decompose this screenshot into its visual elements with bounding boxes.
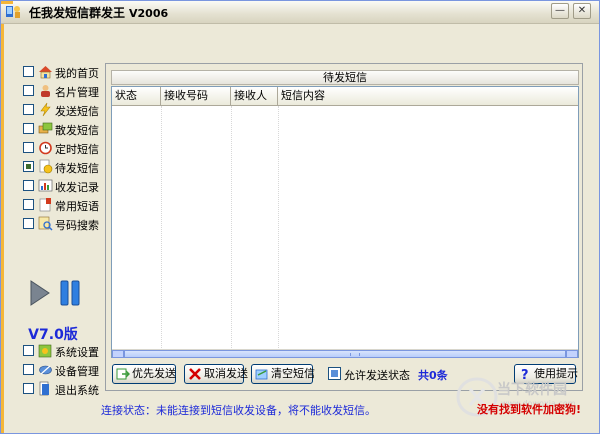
pending-sms-panel: 待发短信 状态 接收号码 接收人 短信内容 优先发送 取消发送 清空短信 允许发… <box>105 63 583 391</box>
sidebar-item-label: 散发短信 <box>55 124 99 137</box>
sidebar-item-label: 待发短信 <box>55 162 99 175</box>
cancel-x-icon <box>189 368 201 380</box>
watermark-text: 当下软件园 <box>497 382 567 398</box>
home-icon <box>39 66 52 79</box>
column-header-content[interactable]: 短信内容 <box>278 87 578 105</box>
sidebar-item-exit[interactable]: 退出系统 <box>23 380 105 398</box>
scroll-right-arrow[interactable] <box>566 350 578 358</box>
sidebar-item-label: 退出系统 <box>55 384 99 397</box>
play-icon <box>30 280 50 306</box>
sidebar-item-label: 名片管理 <box>55 86 99 99</box>
sidebar-item-pending[interactable]: 待发短信 <box>23 158 105 176</box>
column-divider <box>278 106 280 350</box>
pause-icon-right <box>71 280 80 306</box>
sidebar-item-search[interactable]: 号码搜索 <box>23 215 105 233</box>
sidebar-checkbox-checked[interactable] <box>23 161 34 172</box>
window-title: 任我发短信群发王 V2006 <box>29 4 168 21</box>
pause-icon-left <box>60 280 69 306</box>
column-header-status[interactable]: 状态 <box>112 87 161 105</box>
column-divider <box>161 106 163 350</box>
list-header: 状态 接收号码 接收人 短信内容 <box>112 87 578 106</box>
priority-send-button[interactable]: 优先发送 <box>112 364 176 384</box>
column-header-number[interactable]: 接收号码 <box>161 87 231 105</box>
device-icon <box>39 365 52 375</box>
scroll-thumb[interactable] <box>124 350 566 358</box>
sidebar-item-label: 常用短语 <box>55 200 99 213</box>
allow-send-icon <box>328 367 341 380</box>
sidebar: 我的首页 名片管理 发送短信 散发短信 定时短信 待发短信 收发记录 常用短语 … <box>1 23 105 413</box>
sidebar-item-cards[interactable]: 名片管理 <box>23 82 105 100</box>
sidebar-item-settings[interactable]: 系统设置 <box>23 342 105 360</box>
minimize-button[interactable]: — <box>551 3 569 19</box>
column-divider <box>231 106 233 350</box>
media-controls <box>30 280 80 306</box>
app-window: 任我发短信群发王 V2006 — ✕ 我的首页 名片管理 发送短信 散发短信 定… <box>0 0 600 434</box>
sidebar-item-label: 号码搜索 <box>55 219 99 232</box>
sidebar-checkbox[interactable] <box>23 180 34 191</box>
clear-sms-label: 清空短信 <box>271 367 315 380</box>
sidebar-checkbox[interactable] <box>23 364 34 375</box>
sidebar-item-devices[interactable]: 设备管理 <box>23 361 105 379</box>
scatter-icon <box>38 122 53 134</box>
close-button[interactable]: ✕ <box>573 3 591 19</box>
sidebar-checkbox[interactable] <box>23 199 34 210</box>
scroll-grip <box>350 353 360 356</box>
sms-count: 共0条 <box>418 369 448 382</box>
title-bar[interactable]: 任我发短信群发王 V2006 — ✕ <box>1 1 599 24</box>
sidebar-item-timed[interactable]: 定时短信 <box>23 139 105 157</box>
sidebar-checkbox[interactable] <box>23 104 34 115</box>
app-logo-icon <box>6 6 20 18</box>
scroll-left-arrow[interactable] <box>112 350 124 358</box>
sidebar-item-home[interactable]: 我的首页 <box>23 63 105 81</box>
sidebar-item-send[interactable]: 发送短信 <box>23 101 105 119</box>
priority-send-label: 优先发送 <box>132 367 176 380</box>
settings-icon <box>38 344 52 358</box>
panel-title: 待发短信 <box>111 70 579 85</box>
cancel-send-button[interactable]: 取消发送 <box>184 364 248 384</box>
sidebar-item-records[interactable]: 收发记录 <box>23 177 105 195</box>
phrase-icon <box>39 198 51 212</box>
sms-list[interactable]: 状态 接收号码 接收人 短信内容 <box>111 86 579 358</box>
pending-icon <box>39 159 53 174</box>
record-icon <box>38 179 53 192</box>
version-label: V7.0版 <box>28 327 78 343</box>
window-title-label: 任我发短信群发王 <box>29 6 126 20</box>
sidebar-item-scatter[interactable]: 散发短信 <box>23 120 105 138</box>
sidebar-item-label: 系统设置 <box>55 346 99 359</box>
sidebar-checkbox[interactable] <box>23 66 34 77</box>
sidebar-checkbox[interactable] <box>23 218 34 229</box>
connection-status: 连接状态：未能连接到短信收发设备，将不能收发短信。 <box>101 404 376 417</box>
search-icon <box>38 216 53 231</box>
sidebar-item-label: 发送短信 <box>55 105 99 118</box>
exit-icon <box>39 381 49 396</box>
send-icon <box>40 102 51 117</box>
sidebar-checkbox[interactable] <box>23 345 34 356</box>
sidebar-checkbox[interactable] <box>23 123 34 134</box>
sidebar-item-label: 设备管理 <box>55 365 99 378</box>
sidebar-item-phrases[interactable]: 常用短语 <box>23 196 105 214</box>
allow-send-label: 允许发送状态 <box>344 369 410 382</box>
clock-icon <box>39 141 52 155</box>
clear-icon <box>255 369 268 380</box>
priority-send-icon <box>116 368 130 380</box>
dongle-warning: 没有找到软件加密狗! <box>477 403 582 416</box>
horizontal-scrollbar[interactable] <box>112 349 578 358</box>
sidebar-item-label: 收发记录 <box>55 181 99 194</box>
sidebar-checkbox[interactable] <box>23 142 34 153</box>
cancel-send-label: 取消发送 <box>204 367 248 380</box>
sidebar-item-label: 定时短信 <box>55 143 99 156</box>
sidebar-checkbox[interactable] <box>23 85 34 96</box>
window-version: V2006 <box>129 7 169 20</box>
sidebar-item-label: 我的首页 <box>55 67 99 80</box>
column-header-recipient[interactable]: 接收人 <box>231 87 278 105</box>
card-icon <box>41 85 50 97</box>
clear-sms-button[interactable]: 清空短信 <box>251 364 315 384</box>
sidebar-checkbox[interactable] <box>23 383 34 394</box>
